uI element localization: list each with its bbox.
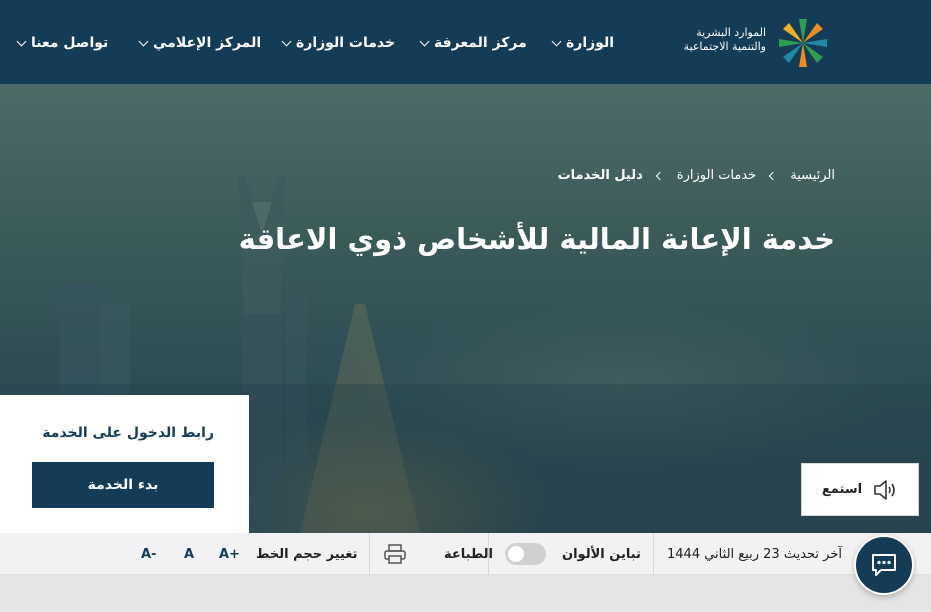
print-label: الطباعة: [444, 546, 493, 562]
font-increase-button[interactable]: A+: [219, 533, 240, 575]
chevron-down-icon: [138, 36, 149, 46]
divider: [369, 533, 370, 575]
chevron-down-icon: [551, 36, 562, 46]
nav-item-media-center[interactable]: المركز الإعلامي: [138, 33, 262, 53]
print-button[interactable]: الطباعة: [384, 533, 493, 575]
chevron-left-icon: [655, 171, 665, 180]
logo-text: الموارد البشرية والتنمية الاجتماعية: [683, 26, 766, 53]
accessibility-toolbar: آخر تحديث 23 ربيع الثاني 1444 تباين الأل…: [0, 533, 931, 575]
chat-icon: [872, 554, 896, 576]
breadcrumb-current: دليل الخدمات: [557, 168, 643, 183]
nav-item-label: خدمات الوزارة: [296, 35, 396, 51]
font-default-button[interactable]: A: [184, 533, 194, 575]
nav-item-label: تواصل معنا: [31, 35, 109, 51]
chevron-down-icon: [16, 36, 27, 46]
divider: [653, 533, 654, 575]
nav-item-label: المركز الإعلامي: [153, 35, 262, 51]
nav-item-knowledge-center[interactable]: مركز المعرفة: [419, 33, 527, 53]
chat-button[interactable]: [854, 535, 914, 595]
chevron-down-icon: [281, 36, 292, 46]
nav-item-label: الوزارة: [566, 35, 615, 51]
service-card-title: رابط الدخول على الخدمة: [42, 425, 214, 441]
service-access-card: رابط الدخول على الخدمة بدء الخدمة: [0, 395, 249, 533]
nav-item-label: مركز المعرفة: [434, 35, 527, 51]
start-service-button[interactable]: بدء الخدمة: [32, 462, 214, 508]
contrast-toggle[interactable]: [505, 543, 546, 565]
font-size-label: تغيير حجم الخط: [256, 546, 358, 562]
nav-item-ministry-services[interactable]: خدمات الوزارة: [281, 33, 396, 53]
breadcrumb-home[interactable]: الرئيسية: [790, 168, 835, 183]
chevron-down-icon: [419, 36, 430, 46]
listen-label: استمع: [821, 482, 863, 497]
contrast-label: تباين الألوان: [562, 546, 641, 562]
breadcrumb: الرئيسية خدمات الوزارة دليل الخدمات: [558, 168, 835, 183]
speaker-icon: [874, 479, 895, 500]
nav-item-contact-us[interactable]: تواصل معنا: [16, 33, 109, 53]
chevron-left-icon: [768, 171, 778, 180]
toggle-knob: [508, 546, 524, 562]
top-navbar: الوزارة مركز المعرفة خدمات الوزارة المرك…: [0, 0, 931, 84]
font-decrease-button[interactable]: A-: [141, 533, 156, 575]
last-update-text: آخر تحديث 23 ربيع الثاني 1444: [667, 546, 842, 562]
ministry-logo[interactable]: الموارد البشرية والتنمية الاجتماعية: [666, 16, 838, 70]
ministry-logo-icon: [779, 19, 827, 67]
page-title: خدمة الإعانة المالية للأشخاص ذوي الاعاقة: [238, 222, 835, 256]
printer-icon: [384, 544, 406, 564]
breadcrumb-ministry-services[interactable]: خدمات الوزارة: [677, 168, 756, 183]
nav-item-ministry[interactable]: الوزارة: [551, 33, 615, 53]
listen-button[interactable]: استمع: [801, 463, 919, 516]
